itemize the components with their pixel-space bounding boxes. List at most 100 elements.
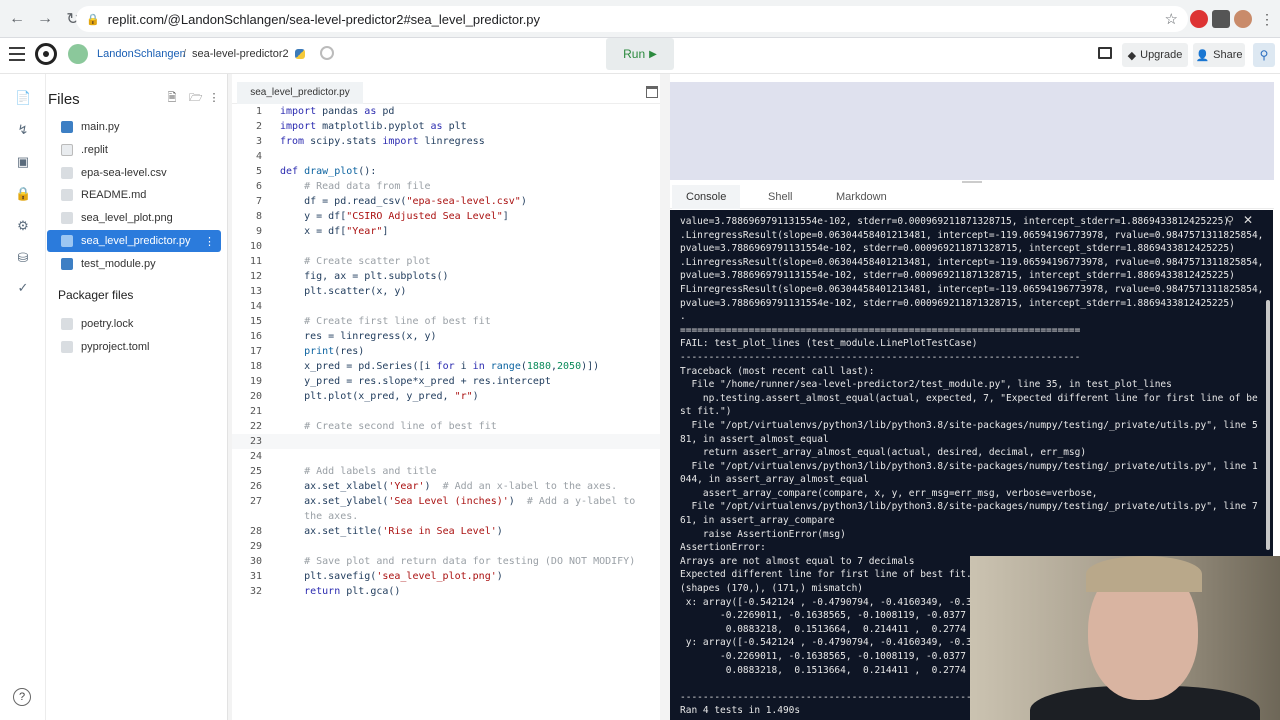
repl-name[interactable]: sea-level-predictor2 bbox=[192, 48, 289, 60]
console-line: value=3.7886969791131554e-102, stderr=0.… bbox=[680, 216, 1230, 227]
python-language-icon bbox=[295, 49, 305, 59]
file-item[interactable]: sea_level_plot.png bbox=[47, 207, 221, 229]
line-number: 14 bbox=[249, 301, 262, 312]
code-text: def draw_plot(): bbox=[280, 166, 377, 177]
console-line: .LinregressResult(slope=0.06304458401213… bbox=[680, 256, 1264, 268]
tab-console[interactable]: Console bbox=[672, 185, 741, 209]
file-item[interactable]: poetry.lock bbox=[47, 313, 221, 335]
profile-avatar[interactable] bbox=[1234, 10, 1252, 28]
config-file-icon bbox=[61, 144, 73, 156]
code-text: plt.plot(x_pred, y_pred, "r") bbox=[280, 391, 479, 402]
file-item[interactable]: pyproject.toml bbox=[47, 336, 221, 358]
file-item[interactable]: main.py bbox=[47, 116, 221, 138]
code-text: x = df["Year"] bbox=[280, 226, 389, 237]
upgrade-label: Upgrade bbox=[1140, 49, 1183, 61]
line-number: 4 bbox=[255, 151, 262, 162]
console-line: File "/opt/virtualenvs/python3/lib/pytho… bbox=[680, 460, 1258, 472]
line-number: 18 bbox=[249, 361, 262, 372]
history-icon[interactable] bbox=[320, 46, 334, 60]
run-button[interactable]: Run ▶ bbox=[606, 38, 674, 70]
file-item[interactable]: README.md bbox=[47, 184, 221, 206]
python-file-icon bbox=[61, 258, 73, 270]
unit-tests-check-icon[interactable]: ✓ bbox=[15, 280, 31, 296]
console-line: np.testing.assert_almost_equal(actual, e… bbox=[680, 392, 1258, 404]
line-number: 6 bbox=[255, 181, 262, 192]
app-header: LandonSchlangen / sea-level-predictor2 R… bbox=[0, 38, 1280, 74]
tab-markdown[interactable]: Markdown bbox=[822, 185, 901, 209]
markdown-file-icon bbox=[61, 189, 73, 201]
version-control-icon[interactable]: ↯ bbox=[15, 122, 31, 138]
code-text: the axes. bbox=[280, 511, 359, 522]
console-line: pvalue=3.7886969791131554e-102, stderr=0… bbox=[680, 270, 1235, 282]
python-file-icon bbox=[61, 121, 73, 133]
extension-icon[interactable] bbox=[1190, 10, 1208, 28]
code-text: ax.set_title('Rise in Sea Level') bbox=[280, 526, 503, 537]
code-text: # Create first line of best fit bbox=[280, 316, 491, 327]
new-file-icon[interactable]: 🗎 bbox=[166, 92, 178, 104]
forward-icon[interactable]: → bbox=[34, 8, 56, 30]
new-folder-icon[interactable]: 🗁 bbox=[189, 92, 203, 104]
share-button[interactable]: 👤 Share bbox=[1193, 43, 1245, 67]
editor-layout-icon[interactable] bbox=[646, 86, 658, 98]
code-text: df = pd.read_csv("epa-sea-level.csv") bbox=[280, 196, 527, 207]
url-text: replit.com/@LandonSchlangen/sea-level-pr… bbox=[107, 11, 541, 27]
menu-icon[interactable] bbox=[9, 47, 25, 61]
console-line: 81, in assert_almost_equal bbox=[680, 433, 829, 445]
console-line: . bbox=[680, 311, 686, 323]
extensions-puzzle-icon[interactable] bbox=[1212, 10, 1230, 28]
line-number: 31 bbox=[249, 571, 262, 582]
webcam-overlay bbox=[970, 556, 1280, 720]
share-icon: 👤 bbox=[1195, 49, 1210, 62]
pane-resize-handle[interactable] bbox=[962, 181, 982, 183]
file-item-active[interactable]: sea_level_predictor.py ⋮ bbox=[47, 230, 221, 252]
help-icon[interactable]: ? bbox=[13, 688, 31, 706]
line-number: 30 bbox=[249, 556, 262, 567]
browser-toolbar: ← → ↻ 🔒 replit.com/@LandonSchlangen/sea-… bbox=[0, 0, 1280, 38]
clear-console-icon[interactable]: ⚲ bbox=[1226, 214, 1234, 227]
line-number: 15 bbox=[249, 316, 262, 327]
file-item[interactable]: .replit bbox=[47, 139, 221, 161]
code-text: return plt.gca() bbox=[304, 586, 401, 597]
bookmark-star-icon[interactable]: ☆ bbox=[1165, 10, 1178, 28]
line-number: 10 bbox=[249, 241, 262, 252]
line-number: 26 bbox=[249, 481, 262, 492]
code-text: # Create scatter plot bbox=[280, 256, 431, 267]
image-file-icon bbox=[61, 212, 73, 224]
upgrade-button[interactable]: ◆ Upgrade bbox=[1122, 43, 1188, 67]
address-bar[interactable]: 🔒 replit.com/@LandonSchlangen/sea-level-… bbox=[76, 6, 1188, 32]
tab-shell[interactable]: Shell bbox=[754, 185, 806, 209]
line-number: 1 bbox=[255, 106, 262, 117]
console-scrollbar[interactable] bbox=[1266, 300, 1270, 550]
back-icon[interactable]: ← bbox=[6, 8, 28, 30]
editor-tab[interactable]: sea_level_predictor.py bbox=[237, 82, 363, 104]
replit-logo[interactable] bbox=[35, 43, 57, 65]
console-line: ----------------------------------------… bbox=[680, 351, 1081, 363]
code-text: # Add labels and title bbox=[280, 466, 437, 477]
close-icon[interactable]: ✕ bbox=[1243, 213, 1253, 227]
username-link[interactable]: LandonSchlangen bbox=[97, 48, 186, 60]
code-editor[interactable]: 1 import pandas as pd 2 import matplotlib.… bbox=[232, 104, 660, 720]
files-menu-icon[interactable]: ⋮ bbox=[208, 92, 220, 104]
settings-gear-icon[interactable]: ⚙ bbox=[15, 218, 31, 234]
line-number: 23 bbox=[249, 436, 262, 447]
panel-resize-handle[interactable] bbox=[660, 74, 670, 720]
file-menu-icon[interactable]: ⋮ bbox=[204, 235, 215, 248]
file-item[interactable]: epa-sea-level.csv bbox=[47, 162, 221, 184]
console-line: raise AssertionError(msg) bbox=[680, 528, 846, 540]
user-avatar[interactable] bbox=[68, 44, 88, 64]
console-line: File "/home/runner/sea-level-predictor2/… bbox=[680, 379, 1172, 391]
search-icon[interactable]: ⚲ bbox=[1253, 43, 1275, 67]
file-name: README.md bbox=[81, 189, 147, 201]
packages-icon[interactable]: ▣ bbox=[15, 154, 31, 170]
files-icon[interactable]: 📄 bbox=[15, 90, 31, 106]
file-name: sea_level_predictor.py bbox=[81, 235, 191, 247]
code-text: from scipy.stats import linregress bbox=[280, 136, 485, 147]
code-text: print(res) bbox=[304, 346, 365, 357]
browser-menu-icon[interactable]: ⋮ bbox=[1258, 10, 1276, 28]
console-line: FAIL: test_plot_lines (test_module.LineP… bbox=[680, 338, 978, 350]
database-icon[interactable]: ⛁ bbox=[15, 250, 31, 266]
file-item[interactable]: test_module.py bbox=[47, 253, 221, 275]
secrets-lock-icon[interactable]: 🔒 bbox=[15, 186, 31, 202]
line-number: 27 bbox=[249, 496, 262, 507]
chat-icon[interactable] bbox=[1098, 47, 1112, 59]
